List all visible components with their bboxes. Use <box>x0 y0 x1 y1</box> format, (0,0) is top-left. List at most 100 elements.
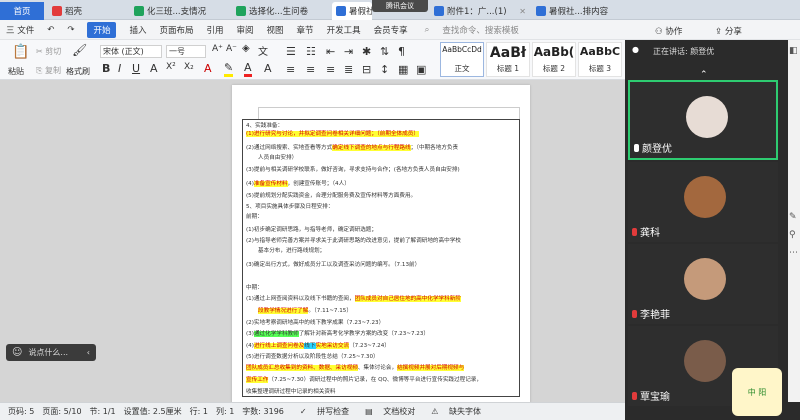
doc-line: 中期： <box>246 285 263 291</box>
superscript-icon[interactable]: X² <box>166 62 176 72</box>
tab-doc-summer[interactable]: 暑假社... <box>332 2 372 20</box>
video-tile-participant-3[interactable]: 李艳菲 <box>628 244 778 324</box>
doc-proof-button[interactable]: ▤ 文档校对 <box>357 406 415 417</box>
strikethrough-icon[interactable]: A <box>150 62 158 75</box>
tencent-meeting-banner[interactable]: 腾讯会议 <box>372 0 428 12</box>
style-normal[interactable]: AaBbCcDd 正文 <box>440 42 484 77</box>
link-icon[interactable]: ⚲ <box>789 230 796 240</box>
tab-sheet-questionnaire[interactable]: 选择化...生问卷 <box>232 2 330 20</box>
tab-home-label: 首页 <box>13 7 31 17</box>
chinese-layout-icon[interactable]: ✱ <box>362 45 371 58</box>
doc-text: （7.23~7.24） <box>349 343 390 349</box>
line-spacing-icon[interactable]: ↕ <box>380 63 389 76</box>
menu-view[interactable]: 视图 <box>267 24 284 36</box>
menu-developer[interactable]: 开发工具 <box>327 24 361 36</box>
align-center-icon[interactable]: ≡ <box>306 63 315 76</box>
panel-icon[interactable]: ◧ <box>789 46 798 56</box>
tab-doc-attachment[interactable]: 附件1：广...(1) ✕ <box>430 2 530 20</box>
menu-member[interactable]: 会员专享 <box>374 24 408 36</box>
video-tile-participant-2[interactable]: 龚科 <box>628 162 778 242</box>
doc-line: (1)进行研究与讨论，并拟定调查问卷相关详细问题；（前期全体成员） <box>246 131 419 138</box>
pinyin-icon[interactable]: 文 <box>258 43 268 58</box>
clear-format-icon[interactable]: ◈ <box>242 43 250 54</box>
cut-label: 剪切 <box>45 47 62 56</box>
doc-text: (3) <box>246 331 254 337</box>
style-name: 标题 2 <box>542 64 566 73</box>
increase-indent-icon[interactable]: ⇥ <box>344 45 353 58</box>
distributed-icon[interactable]: ⊟ <box>362 63 371 76</box>
collab-icon: ⚇ <box>655 27 666 37</box>
tab-sheet-chemistry[interactable]: 化三班...支情况 <box>130 2 230 20</box>
bullet-list-icon[interactable]: ☰ <box>286 45 296 58</box>
borders-icon[interactable]: ▣ <box>416 63 426 76</box>
font-color-icon[interactable]: A <box>244 62 252 77</box>
style-heading-1[interactable]: AaBł 标题 1 <box>486 42 530 77</box>
spell-check-button[interactable]: ✓ 拼写检查 <box>292 406 349 417</box>
collapse-chat-icon[interactable]: ‹ <box>87 348 90 357</box>
table-frame <box>258 107 520 119</box>
menu-reference[interactable]: 引用 <box>207 24 224 36</box>
collab-button[interactable]: ⚇ 协作 <box>655 25 682 37</box>
participant-name-label: 颜登优 <box>642 144 672 155</box>
style-heading-2[interactable]: AaBb(标题 2 <box>532 42 576 77</box>
copy-button[interactable]: ⎘ 复制 <box>36 65 61 76</box>
menu-review[interactable]: 审阅 <box>237 24 254 36</box>
search-icon[interactable]: ⌕ <box>425 25 430 35</box>
italic-icon[interactable]: I <box>118 62 121 75</box>
doc-text: 了解针对新高考化学教学方案的改变（7.23~7.23） <box>298 331 429 337</box>
emoji-icon[interactable]: ☺ <box>12 347 22 358</box>
menu-page-layout[interactable]: 页面布局 <box>159 24 193 36</box>
doc-text: ，创建宣传账号；（4人） <box>287 181 350 187</box>
decrease-indent-icon[interactable]: ⇤ <box>326 45 335 58</box>
pen-icon[interactable]: ✎ <box>789 212 797 222</box>
doc-text-highlight: 准备宣传材料 <box>253 181 288 187</box>
justify-icon[interactable]: ≣ <box>344 63 353 76</box>
file-menu[interactable]: 三 文件 <box>6 24 34 36</box>
align-left-icon[interactable]: ≡ <box>286 63 295 76</box>
align-right-icon[interactable]: ≡ <box>326 63 335 76</box>
underline-icon[interactable]: U <box>132 62 140 75</box>
char-border-icon[interactable]: A <box>264 62 272 75</box>
style-name: 标题 1 <box>496 64 520 73</box>
status-word-count[interactable]: 字数: 3196 <box>242 406 284 417</box>
subscript-icon[interactable]: X₂ <box>184 62 194 72</box>
font-family-select[interactable]: 宋体 (正文) <box>100 45 162 58</box>
grow-font-icon[interactable]: A⁺ <box>212 44 223 54</box>
style-preview: AaBbC <box>579 45 621 58</box>
bold-icon[interactable]: B <box>102 62 110 75</box>
format-painter-button[interactable]: 格式刷 <box>66 66 90 77</box>
show-marks-icon[interactable]: ¶ <box>398 45 405 58</box>
collapse-videos-icon[interactable]: ⌃ <box>700 70 708 80</box>
tab-daoke[interactable]: 稻壳 <box>48 2 128 20</box>
highlight-icon[interactable]: ✎ <box>224 62 234 77</box>
format-painter-icon[interactable]: 🖌 <box>72 43 87 57</box>
tab-doc-schedule[interactable]: 暑假社...排内容 <box>532 2 624 20</box>
cut-button[interactable]: ✂ 剪切 <box>36 46 61 57</box>
sort-icon[interactable]: ⇅ <box>380 45 389 58</box>
text-effect-icon[interactable]: A <box>204 62 212 75</box>
doc-line: (1)初步确定调研思路，与指导老师，确定调研选题； <box>246 227 377 233</box>
spreadsheet-icon <box>134 6 144 16</box>
undo-icon[interactable]: ↶ <box>47 25 54 35</box>
numbered-list-icon[interactable]: ☷ <box>306 45 316 58</box>
share-button[interactable]: ⇪ 分享 <box>715 25 742 37</box>
menu-insert[interactable]: 插入 <box>129 24 146 36</box>
shading-icon[interactable]: ▦ <box>398 63 408 76</box>
tab-home[interactable]: 首页 <box>0 2 44 20</box>
document-icon <box>336 6 346 16</box>
font-size-select[interactable]: 一号 <box>166 45 206 58</box>
close-tab-icon[interactable]: ✕ <box>519 7 526 16</box>
redo-icon[interactable]: ↷ <box>67 25 74 35</box>
paste-button[interactable]: 粘贴 <box>8 66 24 77</box>
chat-input-pill[interactable]: ☺ 说点什么... ‹ <box>6 344 96 361</box>
shrink-font-icon[interactable]: A⁻ <box>226 44 237 54</box>
more-icon[interactable]: ⋯ <box>789 248 798 258</box>
search-commands-input[interactable]: 查找命令、搜索模板 <box>442 24 519 36</box>
style-heading-3[interactable]: AaBbC 标题 3 <box>578 42 622 77</box>
missing-font-button[interactable]: ⚠ 缺失字体 <box>423 406 481 417</box>
paste-icon[interactable]: 📋 <box>12 44 29 60</box>
menu-start[interactable]: 开始 <box>87 21 117 38</box>
video-tile-participant-1[interactable]: 颜登优 <box>628 80 778 160</box>
doc-line: (5)提前规划分配实践资金，合理分配服务费及宣传材料等方面费用。 <box>246 193 417 199</box>
menu-section[interactable]: 章节 <box>297 24 314 36</box>
